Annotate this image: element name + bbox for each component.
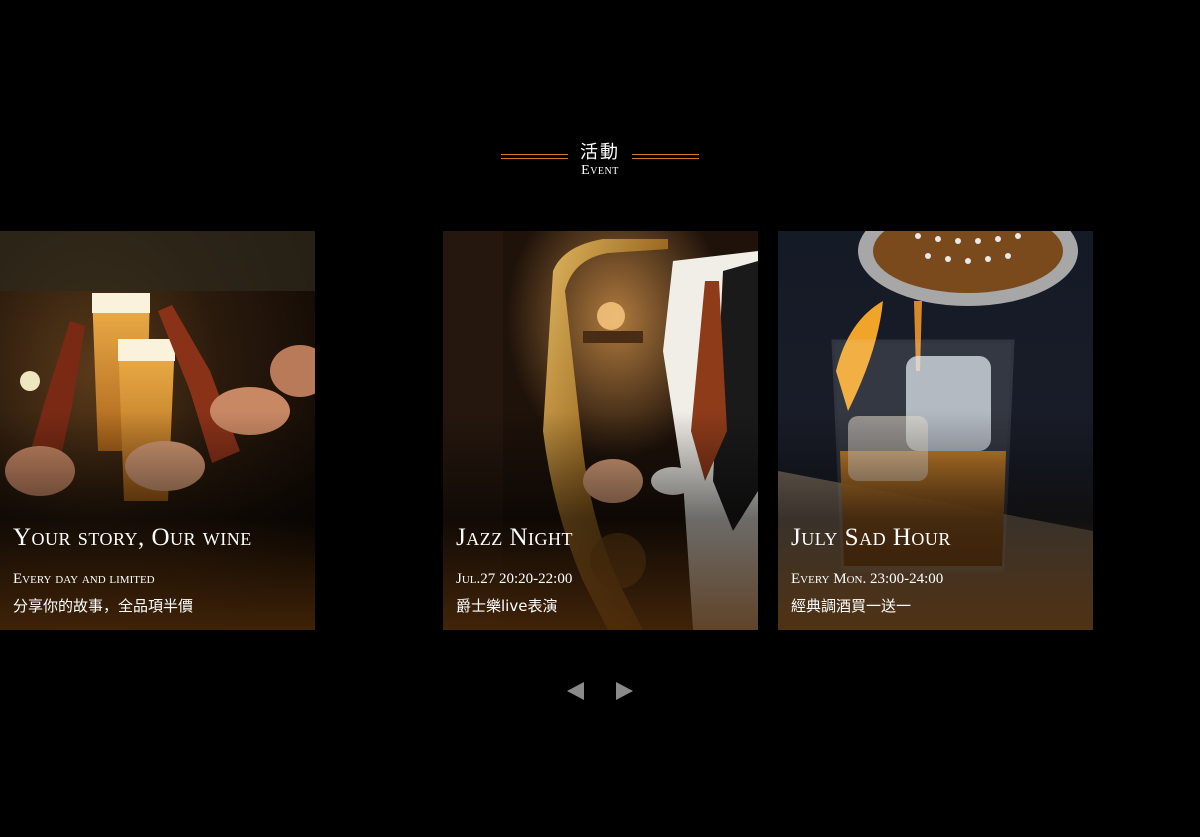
event-card-july-sad-hour[interactable]: July Sad Hour Every Mon. 23:00-24:00 經典調…	[778, 231, 1093, 630]
event-description: 爵士樂live表演	[456, 597, 558, 615]
event-description: 分享你的故事，全品項半價	[13, 597, 194, 615]
event-title: Your story, Our wine	[13, 524, 252, 551]
event-time: Every day and limited	[13, 571, 155, 587]
section-title-en: Event	[581, 163, 619, 178]
event-time: Jul.27 20:20-22:00	[456, 571, 573, 587]
event-description: 經典調酒買一送一	[791, 597, 912, 615]
event-title: Jazz Night	[456, 524, 574, 551]
section-header: 活動 Event	[0, 134, 1200, 184]
event-card-jazz-night[interactable]: Jazz Night Jul.27 20:20-22:00 爵士樂live表演	[443, 231, 758, 630]
section-title-zh: 活動	[580, 142, 620, 163]
event-time: Every Mon. 23:00-24:00	[791, 571, 944, 587]
triangle-left-icon[interactable]	[567, 682, 584, 700]
triangle-right-icon[interactable]	[616, 682, 633, 700]
event-title: July Sad Hour	[791, 524, 951, 551]
event-card-your-story[interactable]: Your story, Our wine Every day and limit…	[0, 231, 315, 630]
